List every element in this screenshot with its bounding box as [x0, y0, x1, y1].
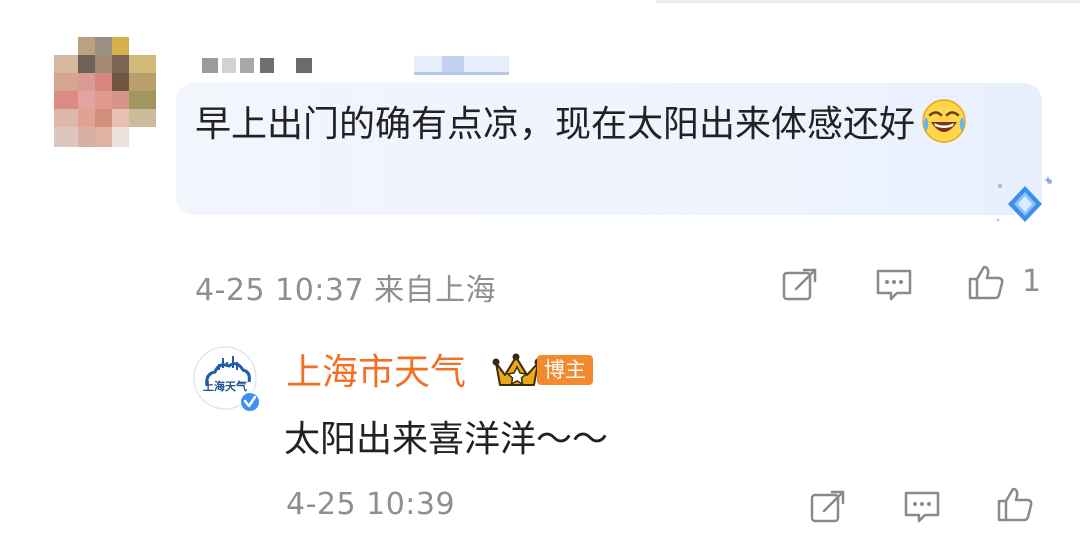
comment-icon[interactable] — [902, 487, 942, 527]
comment-timestamp-location: 4-25 10:37 来自上海 — [195, 273, 497, 308]
blogger-badge: 博主 — [537, 355, 593, 385]
weather-account-avatar[interactable]: 上海天气 — [193, 346, 265, 418]
like-icon[interactable] — [995, 484, 1035, 524]
diamond-decoration-icon — [996, 176, 1052, 222]
comment-icon[interactable] — [874, 265, 914, 305]
crown-icon — [492, 353, 542, 386]
share-icon[interactable] — [808, 487, 848, 527]
reply-author-name[interactable]: 上海市天气 — [286, 343, 466, 395]
comment-text-wrapper: 早上出门的确有点凉，现在太阳出来体感还好 — [195, 94, 1015, 156]
reply-text: 太阳出来喜洋洋～～ — [284, 419, 609, 460]
laugh-cry-emoji-icon — [922, 99, 966, 143]
reply-timestamp: 4-25 10:39 — [286, 487, 456, 522]
comment-text: 早上出门的确有点凉，现在太阳出来体感还好 — [195, 104, 916, 145]
avatar-text: 上海天气 — [203, 379, 247, 393]
redacted-username[interactable] — [200, 56, 520, 76]
like-count: 1 — [1022, 264, 1042, 299]
user-avatar[interactable] — [54, 37, 156, 147]
share-icon[interactable] — [780, 265, 820, 305]
like-icon[interactable] — [966, 262, 1006, 302]
top-divider — [656, 0, 1080, 3]
